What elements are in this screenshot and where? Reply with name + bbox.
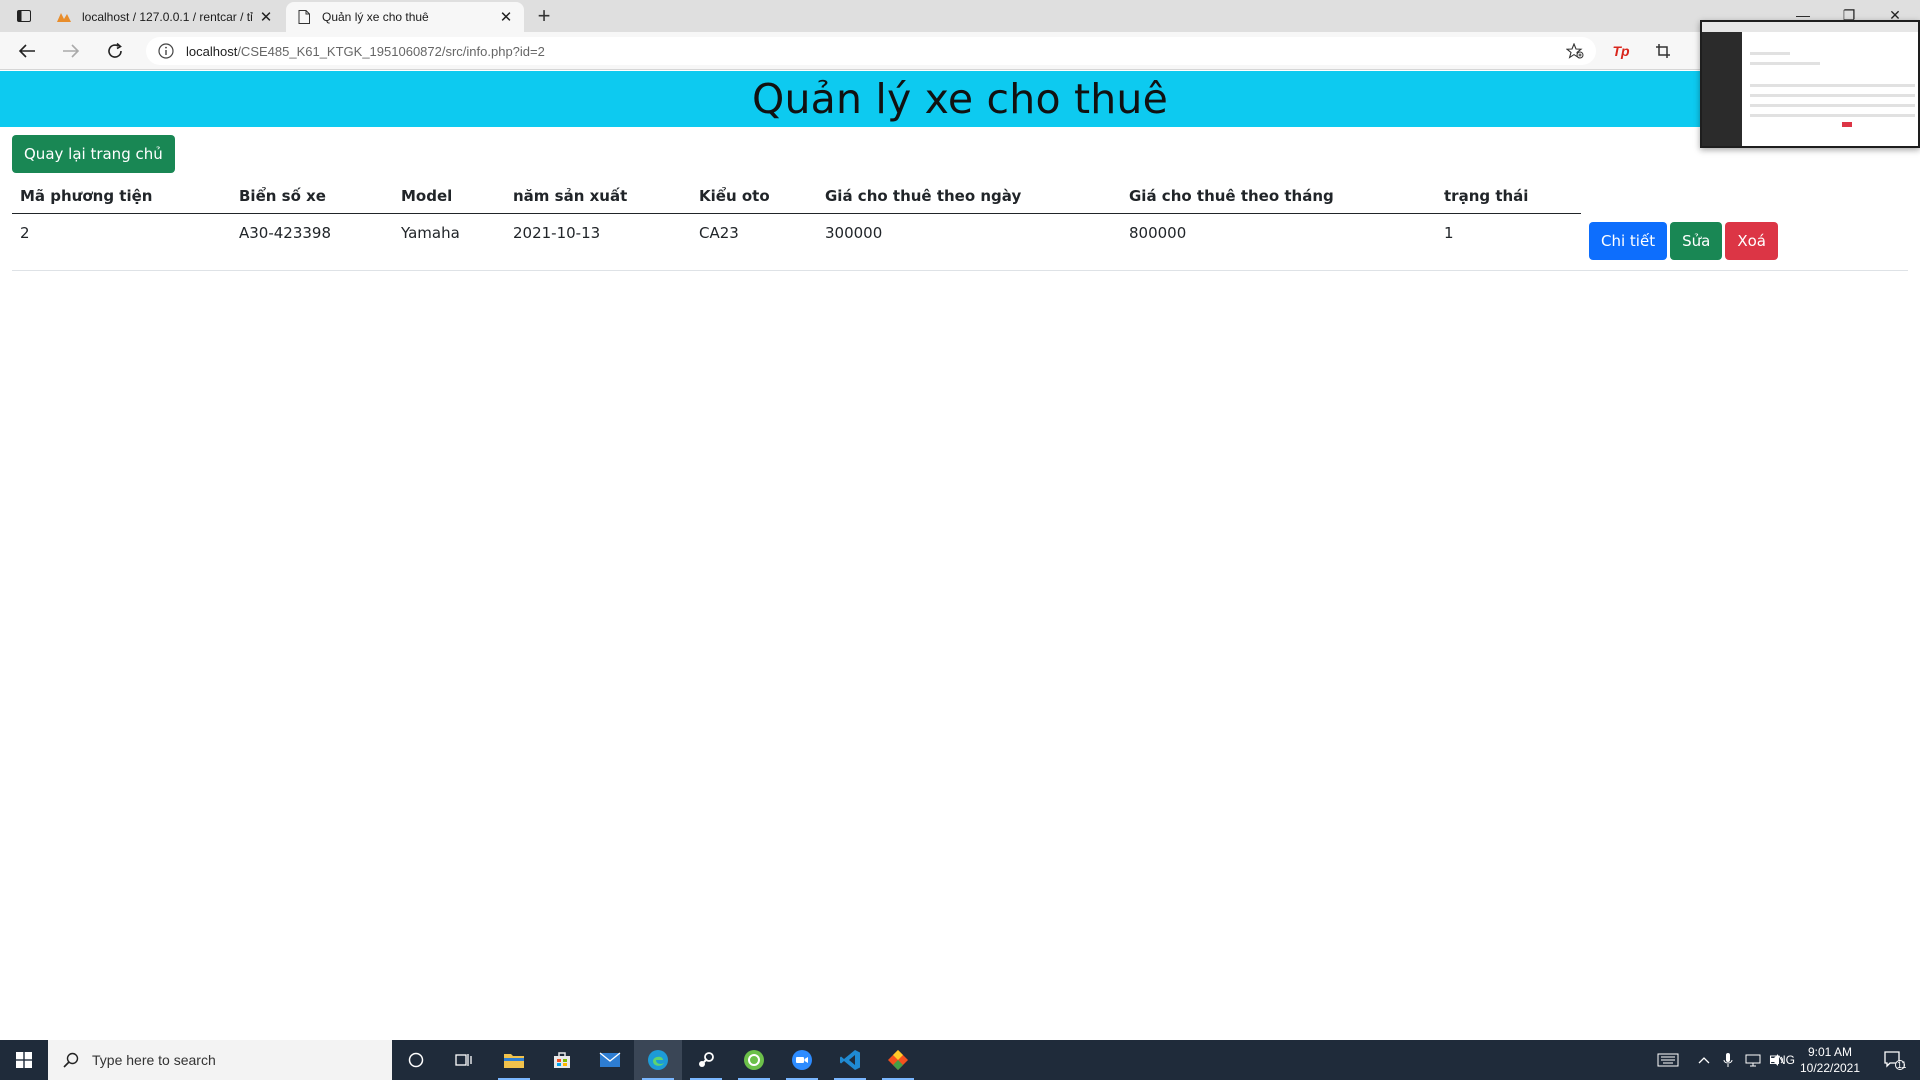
language-indicator[interactable]: ENG [1768, 1040, 1796, 1080]
crop-extension-icon[interactable] [1652, 41, 1674, 61]
url-host: localhost [186, 43, 238, 59]
thumbnail-line [1750, 94, 1915, 97]
table-header-row: Mã phương tiện Biển số xe Model năm sản … [12, 177, 1908, 214]
steam-icon[interactable] [682, 1040, 730, 1080]
close-icon[interactable]: ✕ [258, 9, 274, 26]
edge-icon[interactable] [634, 1040, 682, 1080]
phpmyadmin-icon [56, 9, 72, 25]
detail-button[interactable]: Chi tiết [1589, 221, 1668, 260]
column-header: Mã phương tiện [12, 177, 231, 214]
tab-title: Quản lý xe cho thuê [322, 10, 429, 24]
forward-arrow-icon[interactable] [58, 39, 84, 63]
app-green-icon[interactable] [730, 1040, 778, 1080]
page-banner: Quản lý xe cho thuê [0, 71, 1920, 127]
column-header: năm sản xuất [505, 177, 691, 214]
address-bar[interactable]: localhost/CSE485_K61_KTGK_1951060872/src… [146, 37, 1596, 65]
tab-title: localhost / 127.0.0.1 / rentcar / tỉ [82, 10, 253, 24]
keyboard-icon[interactable] [1654, 1040, 1682, 1080]
page-icon [296, 9, 312, 25]
cell-vehicle-id: 2 [12, 213, 231, 271]
thumbnail-line [1750, 84, 1915, 87]
url-path: /CSE485_K61_KTGK_1951060872/src/info.php… [237, 43, 545, 59]
search-placeholder: Type here to search [92, 1052, 216, 1068]
cortana-icon[interactable] [392, 1040, 440, 1080]
tp-extension-icon[interactable]: Tp [1610, 41, 1632, 61]
page-content: Quản lý xe cho thuê Quay lại trang chủ M… [0, 71, 1920, 1039]
column-header: Kiểu oto [691, 177, 817, 214]
mail-icon[interactable] [586, 1040, 634, 1080]
column-header: Model [393, 177, 505, 214]
column-header: Giá cho thuê theo tháng [1121, 177, 1436, 214]
close-icon[interactable]: ✕ [498, 9, 514, 26]
vehicle-table: Mã phương tiện Biển số xe Model năm sản … [12, 177, 1908, 271]
browser-tab-strip: localhost / 127.0.0.1 / rentcar / tỉ ✕ Q… [0, 0, 1920, 32]
clock-date: 10/22/2021 [1799, 1061, 1861, 1075]
store-icon[interactable] [538, 1040, 586, 1080]
actions-column-header [1581, 177, 1908, 214]
cell-car-type: CA23 [691, 213, 817, 271]
column-header: Giá cho thuê theo ngày [817, 177, 1121, 214]
tab-phpmyadmin[interactable]: localhost / 127.0.0.1 / rentcar / tỉ ✕ [46, 2, 284, 32]
thumbnail-sidebar [1702, 32, 1742, 146]
thumbnail-line [1750, 62, 1820, 65]
column-header: Biển số xe [231, 177, 393, 214]
favorite-star-icon[interactable] [1565, 42, 1584, 59]
vscode-icon[interactable] [826, 1040, 874, 1080]
column-header: trạng thái [1436, 177, 1581, 214]
chevron-up-icon[interactable] [1694, 1040, 1714, 1080]
window-preview-thumbnail[interactable] [1700, 20, 1920, 148]
url-text: localhost/CSE485_K61_KTGK_1951060872/src… [186, 44, 545, 59]
notification-center-icon[interactable]: 11 [1872, 1040, 1916, 1080]
taskbar: Type here to search ENG 9:01 AM 10/22/20… [0, 1040, 1920, 1080]
new-tab-icon[interactable]: + [532, 3, 556, 28]
cell-manufacture-year: 2021-10-13 [505, 213, 691, 271]
git-icon[interactable] [874, 1040, 922, 1080]
cell-status: 1 [1436, 213, 1581, 271]
info-icon[interactable] [158, 43, 174, 59]
thumbnail-line [1750, 104, 1915, 107]
file-explorer-icon[interactable] [490, 1040, 538, 1080]
thumbnail-titlebar [1702, 22, 1918, 32]
cell-monthly-price: 800000 [1121, 213, 1436, 271]
taskbar-clock[interactable]: 9:01 AM 10/22/2021 [1798, 1044, 1862, 1076]
cell-model: Yamaha [393, 213, 505, 271]
clock-time: 9:01 AM [1807, 1045, 1853, 1059]
page-title: Quản lý xe cho thuê [751, 75, 1169, 123]
refresh-icon[interactable] [102, 39, 128, 63]
language-label: ENG [1768, 1053, 1795, 1067]
back-arrow-icon[interactable] [14, 39, 40, 63]
cell-daily-price: 300000 [817, 213, 1121, 271]
browser-toolbar: localhost/CSE485_K61_KTGK_1951060872/src… [0, 32, 1920, 70]
thumbnail-line [1750, 52, 1790, 55]
microphone-icon[interactable] [1718, 1040, 1738, 1080]
back-home-button[interactable]: Quay lại trang chủ [12, 135, 175, 173]
zoom-icon[interactable] [778, 1040, 826, 1080]
cell-plate-number: A30-423398 [231, 213, 393, 271]
windows-start-icon[interactable] [0, 1040, 48, 1080]
notification-count: 11 [1897, 1060, 1907, 1070]
network-icon[interactable] [1742, 1040, 1764, 1080]
cell-actions: Chi tiết Sửa Xoá [1581, 213, 1908, 271]
tab-current[interactable]: Quản lý xe cho thuê ✕ [286, 2, 524, 32]
thumbnail-line [1750, 114, 1915, 117]
edit-button[interactable]: Sửa [1670, 221, 1723, 260]
tab-actions-icon[interactable] [12, 6, 36, 26]
search-icon [62, 1051, 80, 1069]
delete-button[interactable]: Xoá [1725, 221, 1778, 260]
thumbnail-highlight [1842, 122, 1852, 127]
task-view-icon[interactable] [440, 1040, 488, 1080]
table-row: 2 A30-423398 Yamaha 2021-10-13 CA23 3000… [12, 213, 1908, 271]
taskbar-search-box[interactable]: Type here to search [48, 1040, 392, 1080]
